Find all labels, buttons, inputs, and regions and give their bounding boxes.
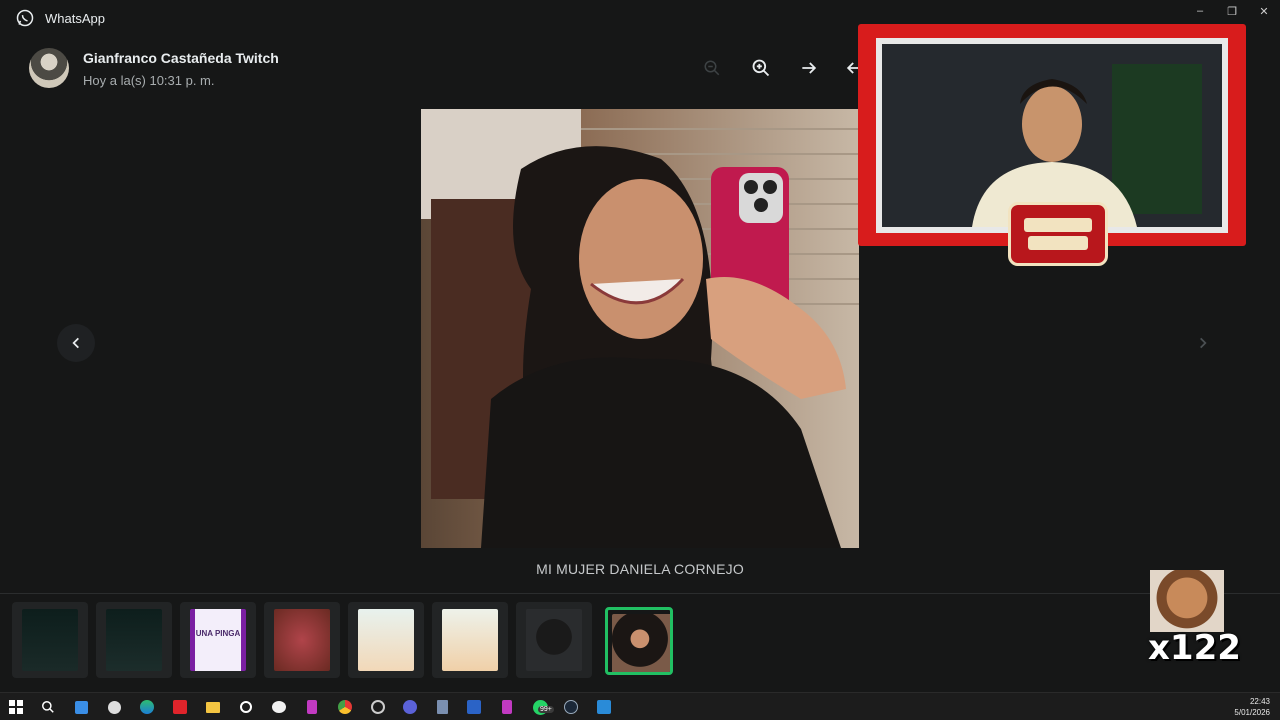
clock-date: 5/01/2026 (1234, 708, 1270, 717)
thumbnail[interactable] (96, 602, 172, 678)
notification-badge: 99+ (538, 706, 554, 713)
thumbnail-selected[interactable] (605, 607, 673, 675)
chevron-right-icon (1200, 337, 1207, 349)
minimize-icon[interactable]: – (1184, 0, 1216, 22)
zoom-out-icon[interactable] (700, 56, 724, 80)
chrome-icon[interactable] (335, 697, 355, 717)
app-title: WhatsApp (45, 10, 105, 26)
forward-icon[interactable] (797, 56, 821, 80)
app-icon[interactable] (269, 697, 289, 717)
emote-counter: x122 (1148, 570, 1241, 668)
store-icon[interactable] (71, 697, 91, 717)
thumbnail[interactable]: UNA PINGA (180, 602, 256, 678)
app-icon[interactable] (368, 697, 388, 717)
app-icon[interactable] (170, 697, 190, 717)
thumbnail-text: UNA PINGA (195, 629, 241, 638)
search-icon[interactable] (38, 697, 58, 717)
taskbar-clock[interactable]: 22:43 5/01/2026 (1234, 696, 1270, 718)
thumbnail[interactable] (432, 602, 508, 678)
app-icon[interactable] (594, 697, 614, 717)
thumbnail-divider (0, 593, 1280, 594)
next-media-button[interactable] (1184, 324, 1222, 362)
close-icon[interactable]: ✕ (1248, 0, 1280, 22)
app-icon[interactable] (302, 697, 322, 717)
whatsapp-logo-icon (16, 9, 34, 27)
thumbnail[interactable] (348, 602, 424, 678)
thumbnail[interactable] (516, 602, 592, 678)
emote-image (1150, 570, 1224, 632)
chevron-left-icon (72, 337, 79, 349)
file-explorer-icon[interactable] (203, 697, 223, 717)
app-icon[interactable] (497, 697, 517, 717)
media-caption: MI MUJER DANIELA CORNEJO (536, 561, 744, 577)
thumbnail[interactable] (12, 602, 88, 678)
media-image[interactable] (421, 109, 859, 548)
zoom-in-icon[interactable] (749, 56, 773, 80)
calculator-icon[interactable] (432, 697, 452, 717)
stream-webcam-overlay (858, 24, 1246, 266)
app-icon[interactable] (104, 697, 124, 717)
webcam-feed (882, 44, 1222, 227)
previous-media-button[interactable] (57, 324, 95, 362)
app-icon[interactable] (400, 697, 420, 717)
emote-counter-text: x122 (1148, 628, 1241, 668)
whatsapp-media-viewer: WhatsApp – ❐ ✕ Gianfranco Castañeda Twit… (0, 0, 1280, 720)
message-timestamp: Hoy a la(s) 10:31 p. m. (83, 73, 215, 88)
steam-icon[interactable] (561, 697, 581, 717)
clock-time: 22:43 (1249, 697, 1270, 706)
edge-icon[interactable] (137, 697, 157, 717)
thumbnail[interactable] (264, 602, 340, 678)
avatar[interactable] (29, 48, 69, 88)
taskbar: 99+ 22:43 5/01/2026 (0, 692, 1280, 720)
restore-icon[interactable]: ❐ (1216, 0, 1248, 22)
sender-name: Gianfranco Castañeda Twitch (83, 50, 279, 66)
word-icon[interactable] (464, 697, 484, 717)
app-icon[interactable] (236, 697, 256, 717)
start-icon[interactable] (6, 697, 26, 717)
window-controls: – ❐ ✕ (1184, 0, 1280, 22)
stream-logo (1008, 202, 1108, 266)
